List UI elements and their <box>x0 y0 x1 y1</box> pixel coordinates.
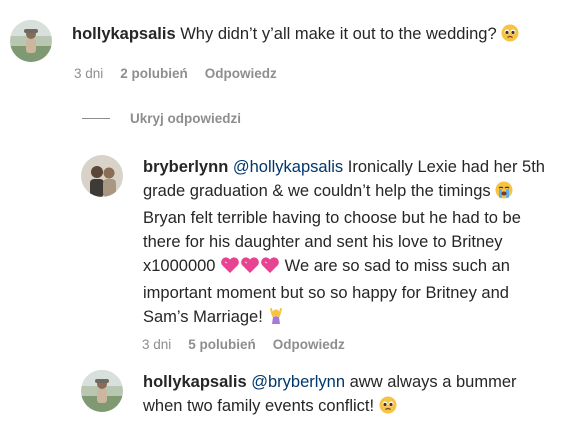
reply-button[interactable]: Odpowiedz <box>273 337 345 353</box>
reply-hollykapsalis: hollykapsalis @bryberlynn aww always a b… <box>81 370 517 421</box>
avatar-photo-icon <box>81 155 123 197</box>
hide-replies-label[interactable]: Ukryj odpowiedzi <box>130 111 241 126</box>
reply-meta: 3 dni 5 polubień Odpowiedz <box>142 337 362 353</box>
comment-username[interactable]: hollykapsalis <box>72 25 176 43</box>
avatar-photo-icon <box>10 20 52 62</box>
loudly-crying-face-emoji-icon <box>495 181 513 206</box>
reply-text-line: aww always a bummer <box>345 373 517 391</box>
avatar[interactable] <box>81 155 123 197</box>
avatar[interactable] <box>81 370 123 412</box>
reply-username[interactable]: hollykapsalis <box>143 373 247 391</box>
hide-replies-button[interactable]: Ukryj odpowiedzi <box>82 111 241 126</box>
pleading-face-emoji-icon <box>501 24 519 49</box>
person-raising-hands-emoji-icon <box>267 307 285 332</box>
reply-text-line: Sam’s Marriage! <box>143 308 263 326</box>
avatar[interactable] <box>10 20 52 62</box>
reply-likes[interactable]: 5 polubień <box>188 337 256 353</box>
reply-text-line: x1000000 <box>143 257 216 275</box>
comment-likes[interactable]: 2 polubień <box>120 66 188 82</box>
comment-body: hollykapsalis Why didn’t y’all make it o… <box>72 22 519 49</box>
reply-mention[interactable]: @bryberlynn <box>251 373 345 391</box>
reply-mention[interactable]: @hollykapsalis <box>233 158 343 176</box>
reply-bryberlynn: bryberlynn @hollykapsalis Ironically Lex… <box>81 155 553 332</box>
reply-text-line: important moment but so so happy for Bri… <box>143 284 509 302</box>
comment-meta: 3 dni 2 polubień Odpowiedz <box>74 66 294 82</box>
reply-button[interactable]: Odpowiedz <box>205 66 277 82</box>
reply-text-line: Bryan felt terrible having to choose but… <box>143 209 521 227</box>
reply-text-line: Ironically Lexie had her 5th <box>343 158 545 176</box>
reply-time: 3 dni <box>142 337 172 352</box>
comment-time: 3 dni <box>74 66 104 81</box>
avatar-photo-icon <box>81 370 123 412</box>
comment-hollykapsalis: hollykapsalis Why didn’t y’all make it o… <box>10 20 519 62</box>
reply-text-line: when two family events conflict! <box>143 397 375 415</box>
reply-text-line: grade graduation & we couldn’t help the … <box>143 182 491 200</box>
reply-text-line: We are so sad to miss such an <box>280 257 510 275</box>
reply-body: bryberlynn @hollykapsalis Ironically Lex… <box>143 155 553 332</box>
hide-replies-divider <box>82 118 110 119</box>
heart-emoji-icon <box>220 256 240 281</box>
heart-emoji-icon <box>260 256 280 281</box>
reply-username[interactable]: bryberlynn <box>143 158 228 176</box>
heart-emoji-icon <box>240 256 260 281</box>
pleading-face-emoji-icon <box>379 396 397 421</box>
comment-text: Why didn’t y’all make it out to the wedd… <box>180 25 497 43</box>
reply-text-line: there for his daughter and sent his love… <box>143 233 503 251</box>
reply-body: hollykapsalis @bryberlynn aww always a b… <box>143 370 517 421</box>
